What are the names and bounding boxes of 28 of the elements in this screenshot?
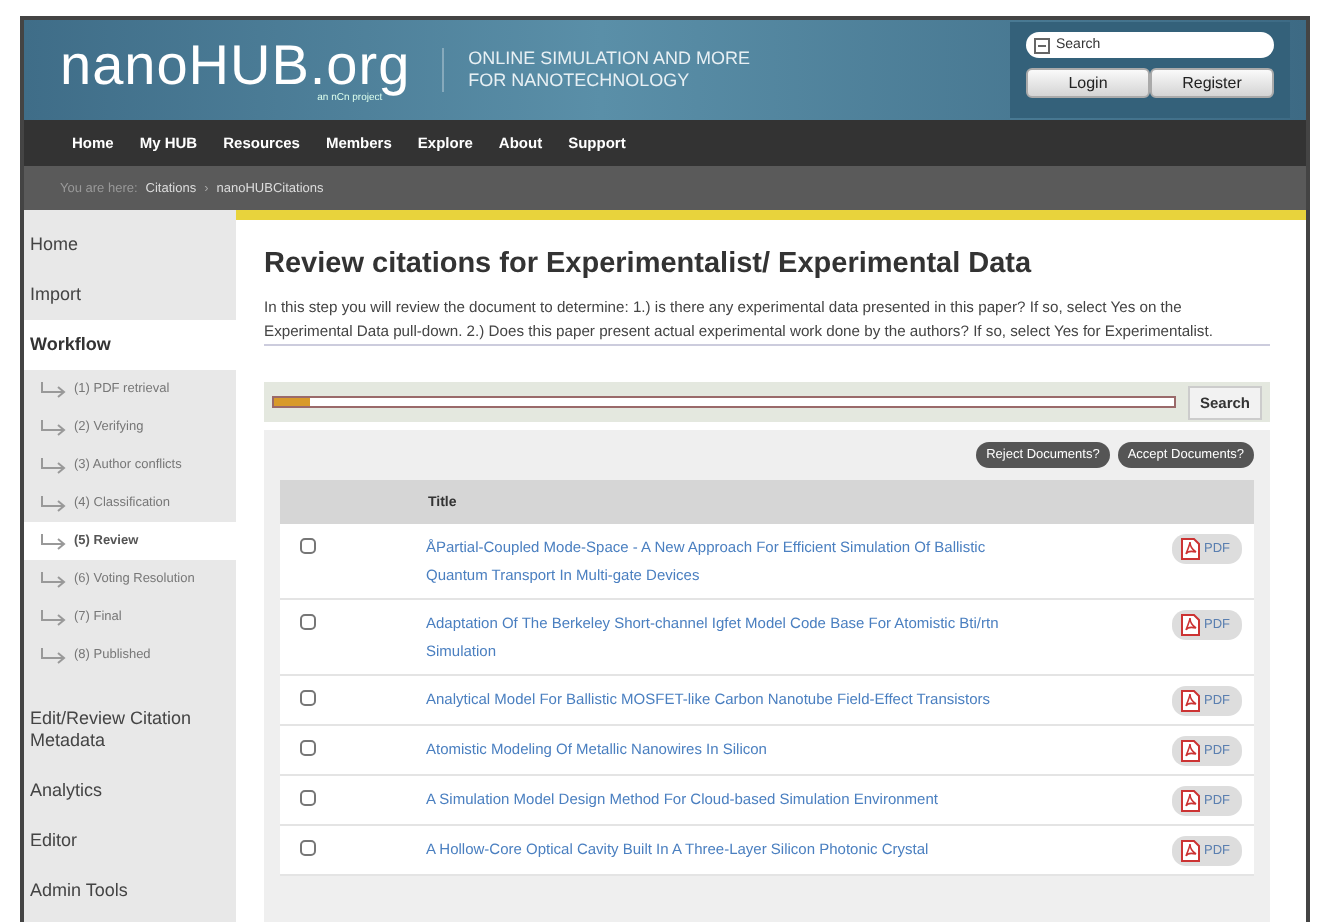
return-arrow-icon — [40, 610, 68, 626]
row-checkbox[interactable] — [300, 840, 316, 856]
row-checkbox[interactable] — [300, 740, 316, 756]
pdf-file-icon — [1180, 538, 1200, 560]
return-arrow-icon — [40, 382, 68, 398]
pdf-file-icon — [1180, 790, 1200, 812]
pdf-file-icon — [1180, 840, 1200, 862]
page-title: Review citations for Experimentalist/ Experimental Data — [264, 248, 1034, 280]
tagline-text: ONLINE SIMULATION AND MORE — [468, 48, 751, 70]
header-button[interactable]: Register — [1150, 68, 1274, 98]
return-arrow-icon — [40, 496, 68, 512]
pdf-file-icon — [1180, 614, 1200, 636]
pdf-file-icon — [1180, 740, 1200, 762]
sidebar-item[interactable]: Workflow — [24, 320, 236, 370]
return-arrow-icon — [40, 458, 68, 474]
return-arrow-icon — [40, 572, 68, 588]
row-checkbox[interactable] — [300, 538, 316, 554]
return-arrow-icon — [40, 648, 68, 664]
row-checkbox[interactable] — [300, 614, 316, 630]
site-logo[interactable]: nanoHUB.org — [60, 36, 411, 96]
row-checkbox[interactable] — [300, 690, 316, 706]
tagline-text: FOR NANOTECHNOLOGY — [468, 70, 692, 92]
row-checkbox[interactable] — [300, 790, 316, 806]
return-arrow-icon — [40, 420, 68, 436]
return-arrow-icon — [40, 534, 68, 550]
header-button[interactable]: Login — [1026, 68, 1150, 98]
search-icon — [1034, 37, 1050, 53]
pdf-file-icon — [1180, 690, 1200, 712]
